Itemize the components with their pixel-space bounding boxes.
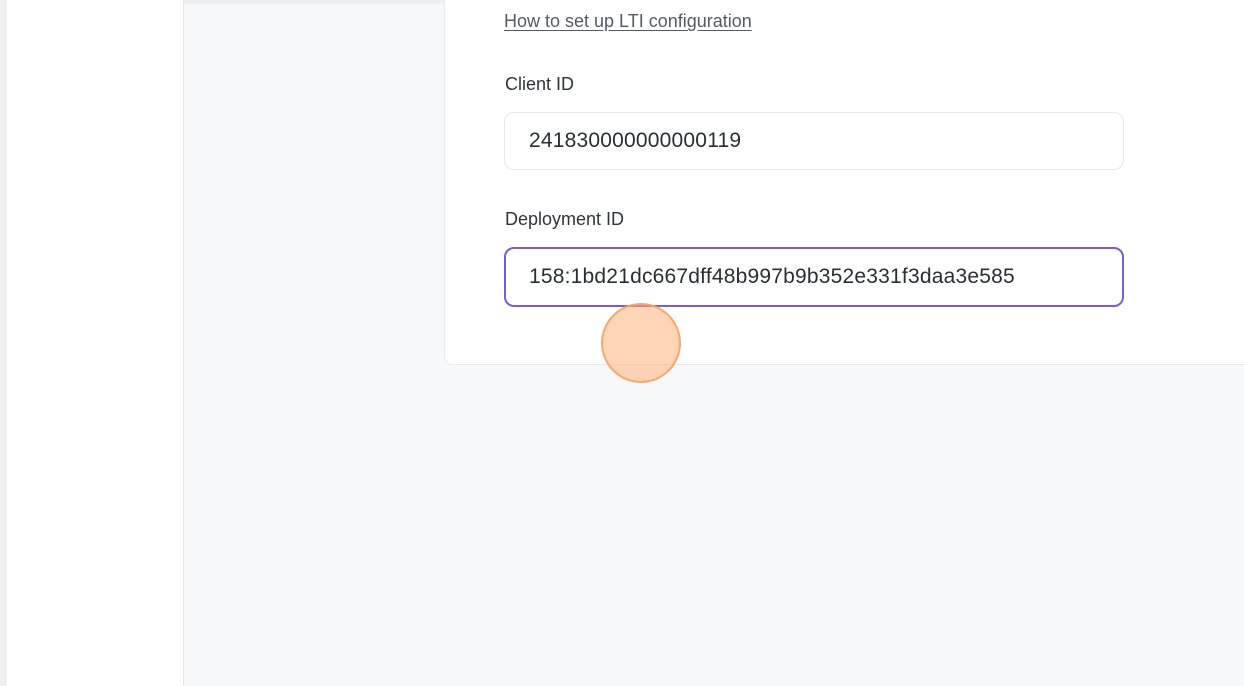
client-id-field[interactable] [504,112,1124,170]
lti-configuration-card [444,0,1244,365]
sidebar [7,0,184,686]
lti-setup-help-link[interactable]: How to set up LTI configuration [504,11,752,32]
deployment-id-field[interactable] [504,247,1124,307]
deployment-id-label: Deployment ID [505,209,625,229]
app-window: How to set up LTI configuration Client I… [0,0,1244,686]
client-id-label: Client ID [505,74,575,94]
window-edge [0,0,7,686]
